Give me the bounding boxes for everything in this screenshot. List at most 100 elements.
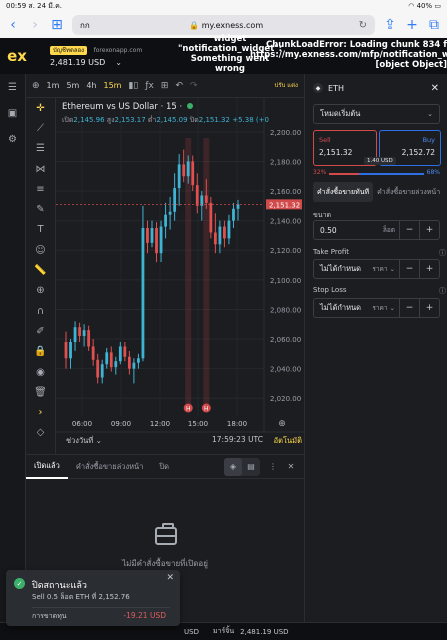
zoom-in-icon[interactable]: ⊕ xyxy=(26,281,55,301)
buy-percent: 68% xyxy=(426,169,440,176)
trash-icon[interactable]: 🗑 xyxy=(26,382,55,402)
volume-stepper[interactable]: 0.50 ล็อต − + xyxy=(313,220,440,240)
take-profit-value[interactable]: ไม่ได้กำหนด xyxy=(314,263,372,275)
horizontal-lines-icon[interactable]: ☰ xyxy=(26,139,55,159)
new-tab-icon[interactable]: + xyxy=(405,17,419,33)
crosshair-icon[interactable]: ✛ xyxy=(26,98,55,118)
undo-icon[interactable]: ↶ xyxy=(175,81,183,91)
auto-scale-button[interactable]: อัตโนมัติ xyxy=(274,435,302,447)
object-tree-icon[interactable]: ◇ xyxy=(26,423,55,443)
decrease-tp-button[interactable]: − xyxy=(399,260,419,278)
left-sidebar: ☰ ▣ ⚙ xyxy=(0,74,26,640)
toast-title: ปิดสถานะแล้ว xyxy=(32,581,87,591)
candle-body xyxy=(155,228,158,254)
fib-icon[interactable]: ≡ xyxy=(26,179,55,199)
candle-body xyxy=(182,164,186,177)
toast-close-icon[interactable]: ✕ xyxy=(166,573,174,583)
text-icon[interactable]: T xyxy=(26,220,55,240)
customize-button[interactable]: ปรับ แต่ง xyxy=(275,82,298,89)
candle-body xyxy=(177,164,181,189)
timeframe-5m[interactable]: 5m xyxy=(66,81,79,90)
bookmarks-icon[interactable]: ⊞ xyxy=(50,17,64,33)
trendline-icon[interactable]: ⟋ xyxy=(26,118,55,138)
info-icon[interactable]: ⓘ xyxy=(439,248,446,258)
trade-panel-header: ◆ ETH ✕ xyxy=(305,74,447,102)
tab-open[interactable]: เปิดแล้ว xyxy=(26,455,68,479)
reader-aa-button[interactable]: กก xyxy=(80,19,90,32)
stop-loss-unit[interactable]: ราคา ⌄ xyxy=(372,303,395,313)
ruler-icon[interactable]: 📏 xyxy=(26,260,55,280)
candle-body xyxy=(69,342,72,359)
increase-volume-button[interactable]: + xyxy=(419,221,439,239)
tab-pending[interactable]: คำสั่งซื้อขายล่วงหน้า xyxy=(68,455,152,479)
candle-body xyxy=(87,330,91,347)
forward-icon[interactable]: › xyxy=(28,17,42,33)
layers-icon[interactable]: ◈ xyxy=(224,457,242,476)
status-date: ส. 24 มี.ค. xyxy=(28,1,63,10)
stop-loss-value[interactable]: ไม่ได้กำหนด xyxy=(314,302,372,314)
calendar-icon[interactable]: ▣ xyxy=(0,100,25,126)
tab-pending-order[interactable]: คำสั่งซื้อขายล่วงหน้า xyxy=(373,182,444,202)
emoji-icon[interactable]: ☺ xyxy=(26,240,55,260)
close-panel-icon[interactable]: ✕ xyxy=(282,458,300,476)
success-check-icon: ✓ xyxy=(14,578,25,589)
candle-body xyxy=(96,359,100,378)
y-tick-label: 2,140.00 xyxy=(270,218,301,226)
x-tick-label: 15:00 xyxy=(188,420,208,428)
indicators-icon[interactable]: ƒx xyxy=(145,81,154,91)
volume-value[interactable]: 0.50 xyxy=(314,226,383,235)
y-tick-label: 2,160.00 xyxy=(270,188,301,196)
toast-pl-label: การขาดทุน xyxy=(32,612,67,620)
brush-icon[interactable]: ✎ xyxy=(26,199,55,219)
timeframe-15m[interactable]: 15m xyxy=(104,81,122,90)
timeframe-1m[interactable]: 1m xyxy=(47,81,60,90)
decrease-volume-button[interactable]: − xyxy=(399,221,419,239)
chart-settings-icon[interactable]: ⊕ xyxy=(278,419,286,429)
price-chart[interactable]: 2,020.00 2,040.00 2,060.00 2,080.00 2,100.00… xyxy=(56,98,304,454)
stop-loss-input[interactable]: ไม่ได้กำหนด ราคา ⌄ − + xyxy=(313,298,440,318)
toast-pl-value: -19.21 USD xyxy=(123,611,166,620)
utc-clock[interactable]: 17:59:23 UTC xyxy=(212,435,263,444)
candle-body xyxy=(146,228,149,243)
timeframe-4h[interactable]: 4h xyxy=(86,81,96,90)
expand-tools-icon[interactable]: › xyxy=(26,402,55,422)
app-header: ex บัญชีทดลอง forexonapp.com 2,481.19 US… xyxy=(0,34,447,74)
pattern-icon[interactable]: ⋈ xyxy=(26,159,55,179)
back-icon[interactable]: ‹ xyxy=(6,17,20,33)
address-bar[interactable]: กก 🔒 my.exness.com ↻ xyxy=(72,15,375,35)
redo-icon[interactable]: ↷ xyxy=(190,81,198,91)
layout-icon[interactable]: ⊞ xyxy=(161,81,169,91)
reload-icon[interactable]: ↻ xyxy=(359,20,367,31)
view-toggle: ◈ ▤ xyxy=(224,457,260,476)
more-icon[interactable]: ⋮ xyxy=(264,458,282,476)
info-icon[interactable]: ⓘ xyxy=(439,286,446,296)
take-profit-unit[interactable]: ราคา ⌄ xyxy=(372,264,395,274)
increase-tp-button[interactable]: + xyxy=(419,260,439,278)
take-profit-input[interactable]: ไม่ได้กำหนด ราคา ⌄ − + xyxy=(313,259,440,279)
tab-closed[interactable]: ปิด xyxy=(151,455,177,479)
buy-price: 2,152.72 xyxy=(401,148,435,157)
exness-logo[interactable]: ex xyxy=(0,38,34,74)
add-symbol-icon[interactable]: ⊕ xyxy=(32,81,40,91)
close-icon[interactable]: ✕ xyxy=(431,83,439,94)
tabs-icon[interactable]: ⧉ xyxy=(427,17,441,33)
lock-icon[interactable]: 🔒 xyxy=(26,342,55,362)
stack-icon[interactable]: ▤ xyxy=(242,458,260,476)
magnet-icon[interactable]: ∩ xyxy=(26,301,55,321)
order-mode-select[interactable]: โหมดเริ่มต้น ⌄ xyxy=(313,104,440,124)
share-icon[interactable]: ⇪ xyxy=(383,17,397,33)
eye-icon[interactable]: ◉ xyxy=(26,362,55,382)
candlestick-plot[interactable]: 2,020.00 2,040.00 2,060.00 2,080.00 2,100.00… xyxy=(56,98,304,454)
briefcase-icon xyxy=(155,523,177,545)
battery-percent: 40% xyxy=(416,2,433,10)
chart-type-icon[interactable]: ▮▯ xyxy=(128,81,138,91)
candle-body xyxy=(223,226,226,239)
decrease-sl-button[interactable]: − xyxy=(399,299,419,317)
lock-drawing-icon[interactable]: ✐ xyxy=(26,321,55,341)
increase-sl-button[interactable]: + xyxy=(419,299,439,317)
settings-icon[interactable]: ⚙ xyxy=(0,126,25,152)
tab-market-order[interactable]: คำสั่งซื้อขายทันที xyxy=(313,182,374,202)
menu-icon[interactable]: ☰ xyxy=(0,74,25,100)
account-switcher[interactable]: บัญชีทดลอง forexonapp.com 2,481.19 USD ⌄ xyxy=(34,45,142,67)
date-range-button[interactable]: ช่วงวันที่ ⌄ xyxy=(66,435,102,447)
